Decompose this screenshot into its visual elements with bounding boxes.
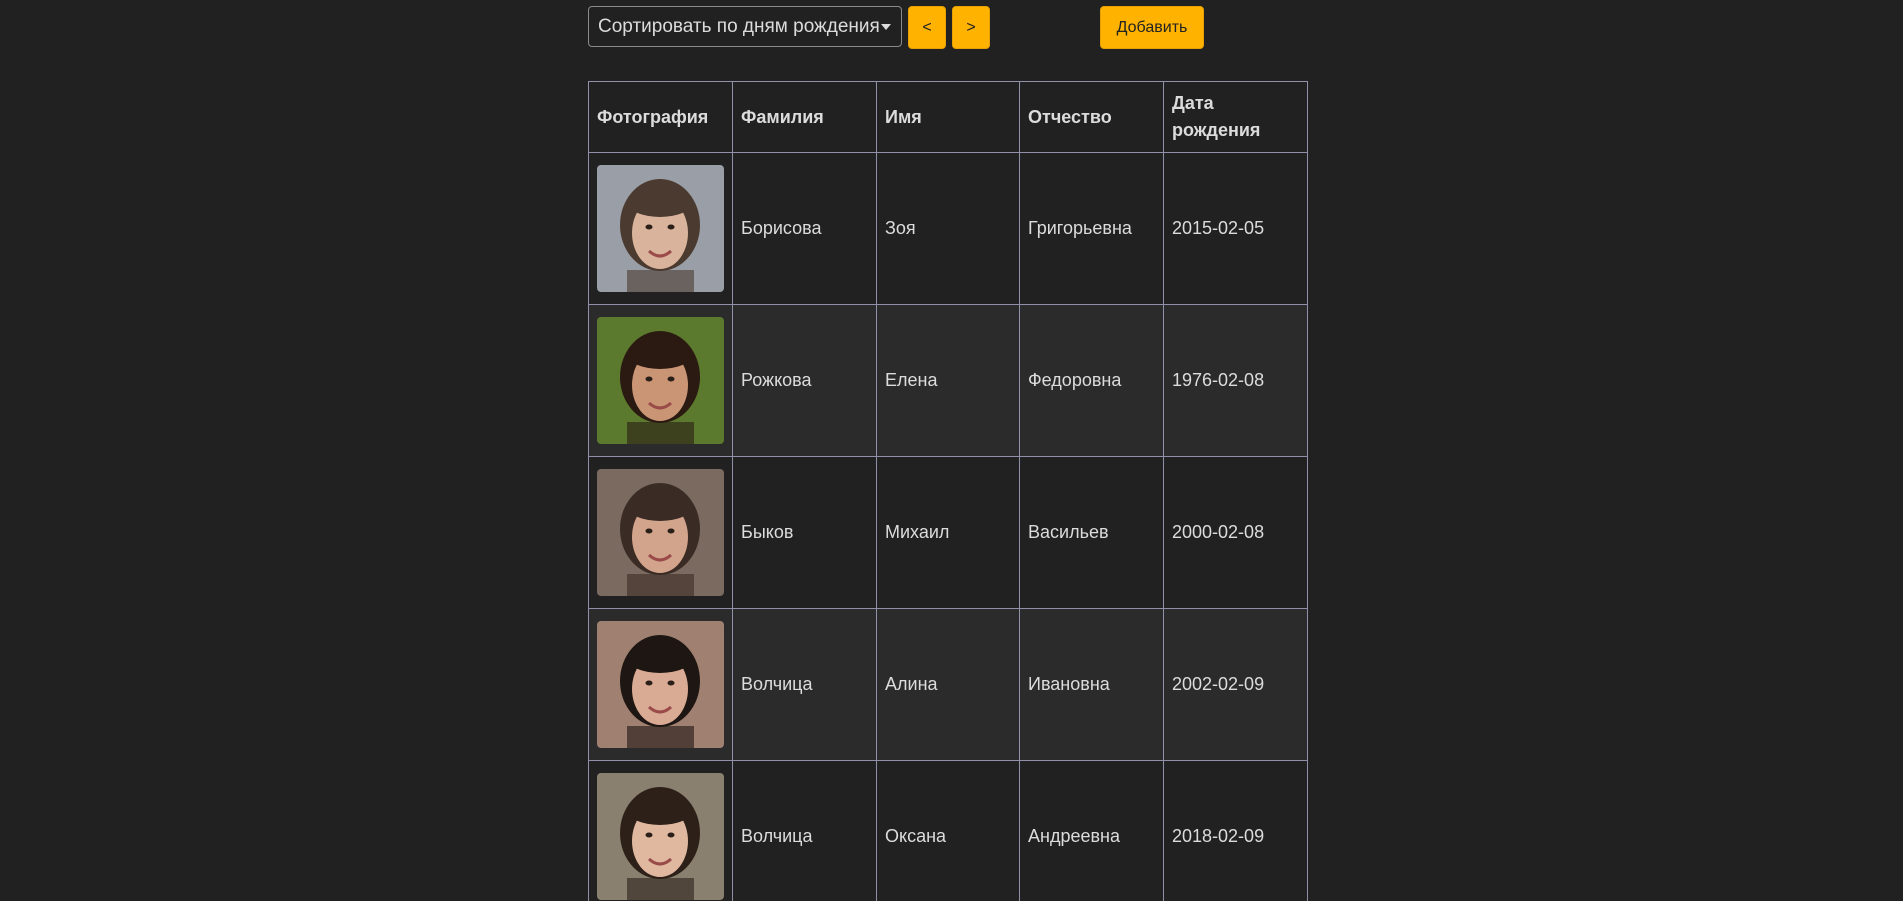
page: Сортировать по дням рождения < > Добавит…: [0, 0, 1903, 901]
table-row[interactable]: Борисова Зоя Григорьевна 2015-02-05: [588, 152, 1308, 305]
first-name-cell: Оксана: [876, 760, 1020, 901]
first-name-cell: Алина: [876, 608, 1020, 761]
header-photo: Фотография: [588, 81, 733, 153]
birth-date-cell: 2018-02-09: [1163, 760, 1308, 901]
prev-page-button[interactable]: <: [908, 6, 946, 49]
avatar: [597, 773, 724, 900]
header-birth-date: Дата рождения: [1163, 81, 1308, 153]
first-name-cell: Зоя: [876, 152, 1020, 305]
birth-date-cell: 2002-02-09: [1163, 608, 1308, 761]
header-first-name: Имя: [876, 81, 1020, 153]
header-patronymic: Отчество: [1019, 81, 1164, 153]
chevron-down-icon: [881, 24, 891, 30]
avatar: [597, 621, 724, 748]
add-button[interactable]: Добавить: [1100, 6, 1204, 49]
first-name-cell: Михаил: [876, 456, 1020, 609]
sort-dropdown-label: Сортировать по дням рождения: [598, 16, 880, 37]
people-table-wrapper: Фотография Фамилия Имя Отчество Дата рож…: [588, 81, 1308, 901]
last-name-cell: Рожкова: [732, 304, 877, 457]
photo-cell: [588, 608, 733, 761]
patronymic-cell: Андреевна: [1019, 760, 1164, 901]
table-header-row: Фотография Фамилия Имя Отчество Дата рож…: [588, 81, 1308, 153]
birth-date-cell: 1976-02-08: [1163, 304, 1308, 457]
birth-date-cell: 2015-02-05: [1163, 152, 1308, 305]
portrait-image: [597, 469, 724, 596]
birth-date-cell: 2000-02-08: [1163, 456, 1308, 609]
portrait-image: [597, 773, 724, 900]
last-name-cell: Быков: [732, 456, 877, 609]
last-name-cell: Волчица: [732, 760, 877, 901]
photo-cell: [588, 152, 733, 305]
photo-cell: [588, 304, 733, 457]
portrait-image: [597, 317, 724, 444]
avatar: [597, 165, 724, 292]
last-name-cell: Волчица: [732, 608, 877, 761]
avatar: [597, 469, 724, 596]
photo-cell: [588, 760, 733, 901]
header-last-name: Фамилия: [732, 81, 877, 153]
table-row[interactable]: Волчица Оксана Андреевна 2018-02-09: [588, 760, 1308, 901]
portrait-image: [597, 621, 724, 748]
first-name-cell: Елена: [876, 304, 1020, 457]
photo-cell: [588, 456, 733, 609]
patronymic-cell: Ивановна: [1019, 608, 1164, 761]
toolbar: Сортировать по дням рождения < > Добавит…: [588, 6, 1308, 49]
people-table: Фотография Фамилия Имя Отчество Дата рож…: [588, 81, 1308, 901]
next-page-button[interactable]: >: [952, 6, 990, 49]
avatar: [597, 317, 724, 444]
table-row[interactable]: Волчица Алина Ивановна 2002-02-09: [588, 608, 1308, 761]
sort-dropdown[interactable]: Сортировать по дням рождения: [588, 6, 902, 47]
portrait-image: [597, 165, 724, 292]
patronymic-cell: Федоровна: [1019, 304, 1164, 457]
table-row[interactable]: Рожкова Елена Федоровна 1976-02-08: [588, 304, 1308, 457]
table-row[interactable]: Быков Михаил Васильев 2000-02-08: [588, 456, 1308, 609]
patronymic-cell: Васильев: [1019, 456, 1164, 609]
last-name-cell: Борисова: [732, 152, 877, 305]
patronymic-cell: Григорьевна: [1019, 152, 1164, 305]
